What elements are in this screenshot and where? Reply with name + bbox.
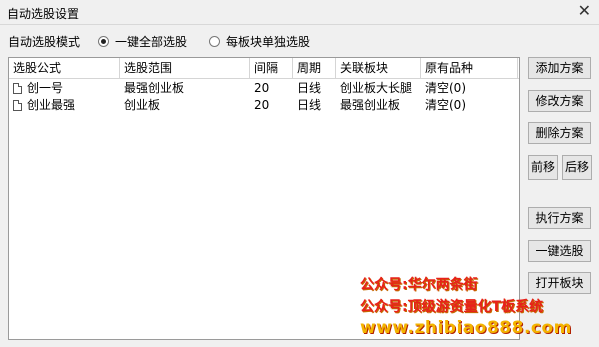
mode-selector: 自动选股模式 一键全部选股 每板块单独选股 [8,32,332,50]
cell-interval: 20 [254,81,270,95]
delete-scheme-button[interactable]: 删除方案 [528,122,591,144]
cell-formula: 创一号 [9,80,63,96]
cell-formula: 创业最强 [9,97,75,113]
cell-existing: 清空(0) [425,81,466,95]
cell-period: 日线 [297,81,322,95]
cell-formula-text: 创业最强 [27,98,76,112]
one-click-select-button[interactable]: 一键选股 [528,240,591,262]
document-icon [13,83,22,94]
execute-scheme-button[interactable]: 执行方案 [528,207,591,229]
cell-block: 创业板大长腿 [340,81,413,95]
title-bar: 自动选股设置 ✕ [0,0,599,25]
modify-scheme-button[interactable]: 修改方案 [528,90,591,112]
table-header: 选股公式 选股范围 间隔 周期 关联板块 原有品种 [9,58,519,79]
move-up-button[interactable]: 前移 [528,155,558,180]
cell-block: 最强创业板 [340,98,401,112]
table-row[interactable]: 创业最强 创业板 20 日线 最强创业板 清空(0) [9,97,519,113]
radio-label: 一键全部选股 [115,34,188,49]
cell-existing: 清空(0) [425,98,466,112]
cell-interval: 20 [254,98,270,112]
add-scheme-button[interactable]: 添加方案 [528,57,591,79]
window-title: 自动选股设置 [7,7,80,21]
move-down-button[interactable]: 后移 [562,155,592,180]
cell-formula-text: 创一号 [27,81,64,95]
radio-per-block[interactable]: 每板块单独选股 [209,33,310,50]
close-icon[interactable]: ✕ [578,2,591,20]
radio-checked-icon[interactable] [98,35,110,47]
column-header-period[interactable]: 周期 [293,58,336,78]
watermark-url: www.zhibiao888.com [360,318,572,338]
radio-unchecked-icon[interactable] [209,35,221,47]
watermark-line-1: 公众号:华尔两条街 [360,277,478,293]
column-header-range[interactable]: 选股范围 [120,58,250,78]
document-icon [13,100,22,111]
column-header-existing[interactable]: 原有品种 [421,58,518,78]
mode-label: 自动选股模式 [8,34,81,49]
cell-period: 日线 [297,98,322,112]
cell-range: 创业板 [124,98,161,112]
column-header-formula[interactable]: 选股公式 [9,58,120,78]
open-block-button[interactable]: 打开板块 [528,272,591,294]
radio-label: 每板块单独选股 [226,34,311,49]
cell-range: 最强创业板 [124,81,185,95]
column-header-interval[interactable]: 间隔 [250,58,293,78]
watermark-line-2: 公众号:顶级游资量化T板系统 [360,299,544,315]
table-row[interactable]: 创一号 最强创业板 20 日线 创业板大长腿 清空(0) [9,80,519,96]
radio-all-stocks[interactable]: 一键全部选股 [98,33,187,50]
column-header-block[interactable]: 关联板块 [336,58,421,78]
